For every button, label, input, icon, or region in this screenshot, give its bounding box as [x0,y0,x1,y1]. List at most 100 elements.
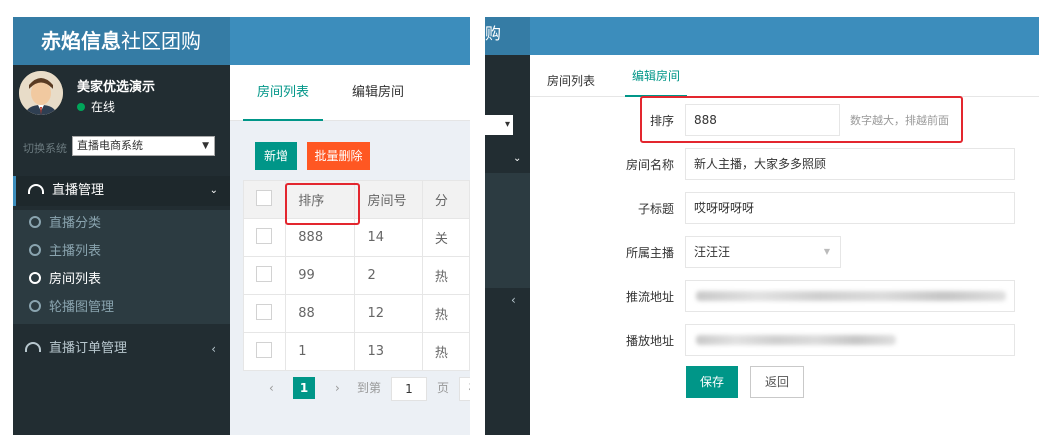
prev-page-icon[interactable]: ‹ [269,377,274,399]
anchor-value: 汪汪汪 [694,245,731,259]
circle-icon [29,272,41,284]
highlight-box [285,183,360,225]
row-checkbox[interactable] [256,341,272,358]
tab-bar [530,55,1039,97]
play-url-input[interactable] [685,324,1015,356]
user-avatar [19,71,63,115]
chevron-down-icon: ⌄ [513,153,522,164]
batch-delete-button[interactable]: 批量删除 [307,142,370,170]
circle-icon [29,300,41,312]
anchor-select[interactable]: 汪汪汪 ▼ [685,236,841,268]
sidebar-item-live-management[interactable]: 直播管理 ⌄ [13,176,230,206]
system-switch-label: 切换系统 [23,142,67,155]
sidebar-section-label: 直播订单管理 [49,341,128,356]
sidebar-item-label: 主播列表 [49,244,102,259]
dashboard-icon [25,342,41,352]
push-url-label: 推流地址 [625,290,674,304]
room-name-label: 房间名称 [625,158,674,172]
tab-edit-room[interactable]: 编辑房间 [625,63,687,97]
table-row: 99 2 热 [242,256,470,295]
chevron-left-icon: ‹ [511,293,516,307]
tab-room-list[interactable]: 房间列表 [547,72,595,89]
row-select-cell [242,332,287,371]
back-button[interactable]: 返回 [750,366,804,398]
page-input[interactable]: 1 [391,377,427,401]
online-dot-icon [77,103,85,111]
user-name: 美家优选演示 [77,80,156,95]
sidebar-item-room-list[interactable]: 房间列表 [13,266,230,294]
cell-room-number: 13 [354,332,423,371]
brand-logo: 赤焰信息社区团购 [13,17,230,65]
sidebar-item-live-orders[interactable]: 直播订单管理 ‹ [13,334,230,364]
add-button[interactable]: 新增 [255,142,297,170]
cell-sort: 99 [285,256,356,295]
blurred-text [696,291,1006,301]
row-select-cell [242,256,287,295]
subtitle-label: 子标题 [637,202,674,216]
top-navbar [230,17,470,65]
edit-room-screenshot: 购 ▾ ⌄ ‹ 房间列表 编辑房间 排序 888 数字越大，排越前面 房间名称 … [485,17,1039,435]
cell-category: 关 [421,218,470,257]
anchor-label: 所属主播 [625,246,674,260]
row-checkbox[interactable] [256,303,272,320]
sidebar-section-label: 直播管理 [52,183,105,198]
top-navbar [530,17,1039,55]
goto-label: 到第 [357,381,382,395]
page-current[interactable]: 1 [293,377,315,399]
caret-down-icon: ▾ [504,119,510,130]
highlight-box [640,96,963,143]
cell-room-number: 2 [354,256,423,295]
cell-sort: 88 [285,294,356,333]
play-url-label: 播放地址 [625,334,674,348]
confirm-button[interactable]: 确 [459,377,470,401]
cell-room-number: 14 [354,218,423,257]
cell-category: 热 [421,256,470,295]
brand-name-rest: 社区团购 [121,29,201,53]
select-all-checkbox[interactable] [256,189,272,206]
column-header-room-number[interactable]: 房间号 [354,180,423,219]
pagination: ‹ 1 › 到第 1 页 确 [243,367,470,407]
caret-down-icon: ▼ [202,141,209,151]
row-select-cell [242,294,287,333]
subtitle-input[interactable]: 哎呀呀呀呀 [685,192,1015,224]
next-page-icon[interactable]: › [335,377,340,399]
row-checkbox[interactable] [256,227,272,244]
cell-sort: 1 [285,332,356,371]
sidebar-item-anchor-list[interactable]: 主播列表 [13,238,230,266]
room-list-screenshot: 赤焰信息社区团购 美家优选演示 在线 切换系统 直播电商系统 ▼ 直播管理 ⌄ … [13,17,470,435]
user-status: 在线 [77,98,115,115]
room-name-input[interactable]: 新人主播，大家多多照顾 [685,148,1015,180]
system-switch-select[interactable]: 直播电商系统 ▼ [72,136,215,156]
brand-name-bold: 赤焰信息 [41,29,121,53]
column-header-category[interactable]: 分 [421,180,470,219]
chevron-left-icon: ‹ [211,342,216,356]
sidebar-item-label: 房间列表 [49,272,102,287]
sidebar-item-label: 轮播图管理 [49,300,115,315]
system-switch-value: 直播电商系统 [77,139,143,152]
cell-category: 热 [421,294,470,333]
tab-edit-room[interactable]: 编辑房间 [343,81,413,105]
sidebar-submenu [485,173,530,288]
row-select-cell [242,218,287,257]
caret-down-icon: ▼ [823,247,830,256]
select-all-cell [242,180,287,219]
chevron-down-icon: ⌄ [209,185,218,196]
dashboard-icon [28,184,44,194]
save-button[interactable]: 保存 [686,366,738,398]
table-row: 1 13 热 [242,332,470,371]
page-unit-label: 页 [437,381,450,395]
circle-icon [29,216,41,228]
cell-room-number: 12 [354,294,423,333]
tab-room-list[interactable]: 房间列表 [243,81,323,121]
cell-category: 热 [421,332,470,371]
row-checkbox[interactable] [256,265,272,282]
user-status-text: 在线 [91,100,116,114]
push-url-input[interactable] [685,280,1015,312]
sidebar-item-banner-management[interactable]: 轮播图管理 [13,294,230,324]
blurred-text [696,335,896,345]
table-row: 88 12 热 [242,294,470,333]
sidebar-item-live-category[interactable]: 直播分类 [13,210,230,238]
sidebar-item-label: 直播分类 [49,216,102,231]
circle-icon [29,244,41,256]
system-switch-select[interactable]: ▾ [485,115,513,135]
